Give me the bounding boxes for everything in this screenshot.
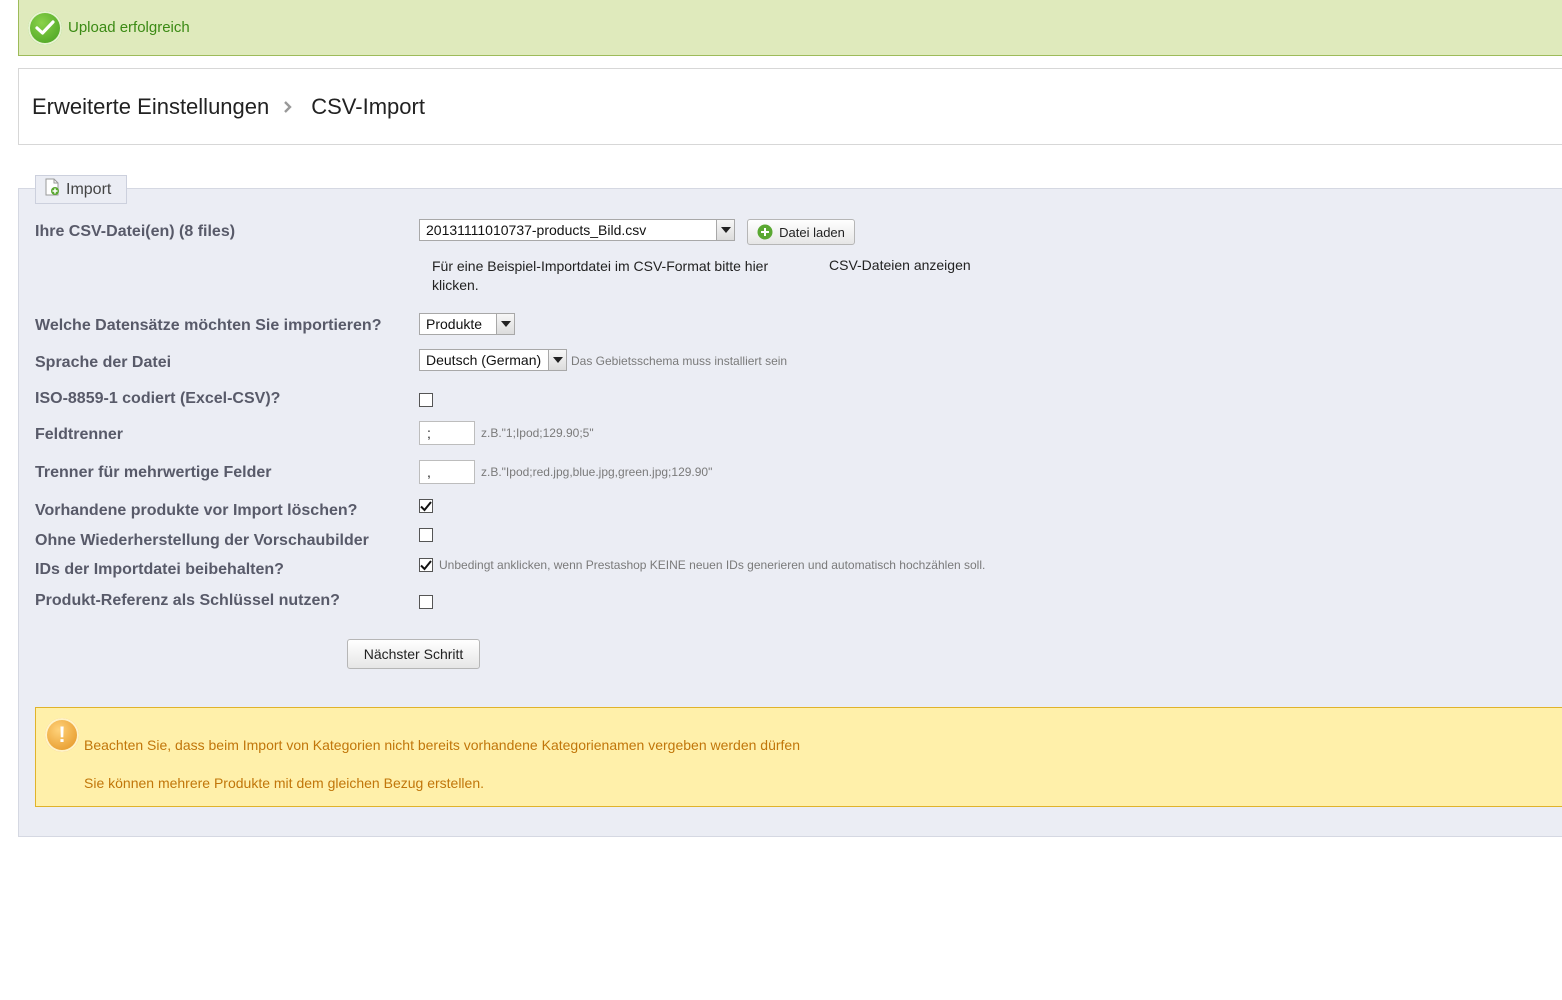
plus-circle-icon xyxy=(757,224,773,240)
multi-separator-input[interactable] xyxy=(419,460,475,484)
chevron-right-icon xyxy=(283,100,293,114)
success-message: Upload erfolgreich xyxy=(68,19,190,36)
chevron-down-icon[interactable] xyxy=(496,314,514,334)
multi-separator-label: Trenner für mehrwertige Felder xyxy=(35,464,272,481)
iso-encoding-checkbox[interactable] xyxy=(419,393,433,407)
sample-file-link-line1: Für eine Beispiel-Importdatei im CSV-For… xyxy=(432,258,769,274)
no-regenerate-label: Ohne Wiederherstellung der Vorschaubilde… xyxy=(35,532,369,549)
show-csv-files-link[interactable]: CSV-Dateien anzeigen xyxy=(829,257,971,273)
sample-file-link-line2: klicken. xyxy=(432,277,479,293)
breadcrumb-parent[interactable]: Erweiterte Einstellungen xyxy=(32,94,269,120)
warning-line-1: Beachten Sie, dass beim Import von Kateg… xyxy=(84,737,801,753)
chevron-down-icon[interactable] xyxy=(716,220,734,240)
field-separator-input[interactable] xyxy=(419,421,475,445)
iso-encoding-label: ISO-8859-1 codiert (Excel-CSV)? xyxy=(35,390,281,407)
breadcrumb-current: CSV-Import xyxy=(311,93,425,119)
import-legend: Import xyxy=(35,175,127,204)
no-regenerate-checkbox[interactable] xyxy=(419,528,433,542)
upload-file-label: Datei laden xyxy=(779,224,845,240)
force-ids-checkbox[interactable] xyxy=(419,558,433,572)
csv-file-label: Ihre CSV-Datei(en) (8 files) xyxy=(35,223,236,240)
field-separator-hint: z.B."1;Ipod;129.90;5" xyxy=(481,426,594,440)
upload-file-button[interactable]: Datei laden xyxy=(747,219,855,245)
exclamation-circle-icon: ! xyxy=(45,718,79,752)
legend-label: Import xyxy=(66,180,112,198)
import-file-icon xyxy=(44,178,60,201)
match-ref-label: Produkt-Referenz als Schlüssel nutzen? xyxy=(35,592,340,609)
match-ref-checkbox[interactable] xyxy=(419,595,433,609)
warning-box: ! Beachten Sie, dass beim Import von Kat… xyxy=(35,707,1562,807)
force-ids-hint: Unbedingt anklicken, wenn Prestashop KEI… xyxy=(439,558,986,572)
language-label: Sprache der Datei xyxy=(35,354,172,371)
import-fieldset: Import Ihre CSV-Datei(en) (8 files) 2013… xyxy=(18,175,1562,837)
field-separator-label: Feldtrenner xyxy=(35,426,124,443)
truncate-label: Vorhandene produkte vor Import löschen? xyxy=(35,502,358,519)
chevron-down-icon[interactable] xyxy=(548,350,566,370)
multi-separator-hint: z.B."Ipod;red.jpg,blue.jpg,green.jpg;129… xyxy=(481,465,713,479)
truncate-checkbox[interactable] xyxy=(419,499,433,513)
csv-file-select-value: 20131111010737-products_Bild.csv xyxy=(426,222,647,238)
warning-line-2: Sie können mehrere Produkte mit dem glei… xyxy=(84,775,484,791)
language-select-value: Deutsch (German) xyxy=(426,352,542,368)
force-ids-label: IDs der Importdatei beibehalten? xyxy=(35,561,284,578)
language-select[interactable]: Deutsch (German) xyxy=(419,349,567,371)
csv-file-select[interactable]: 20131111010737-products_Bild.csv xyxy=(419,219,735,241)
entity-select-value: Produkte xyxy=(426,316,483,332)
check-circle-icon xyxy=(28,10,62,45)
language-hint: Das Gebietsschema muss installiert sein xyxy=(571,354,788,368)
next-step-button[interactable]: Nächster Schritt xyxy=(347,639,480,669)
breadcrumb: Erweiterte Einstellungen CSV-Import xyxy=(18,68,1562,145)
entity-select[interactable]: Produkte xyxy=(419,313,515,335)
success-notification: Upload erfolgreich xyxy=(18,0,1562,56)
entity-label: Welche Datensätze möchten Sie importiere… xyxy=(35,317,382,334)
sample-file-link[interactable]: Für eine Beispiel-Importdatei im CSV-For… xyxy=(432,257,768,295)
